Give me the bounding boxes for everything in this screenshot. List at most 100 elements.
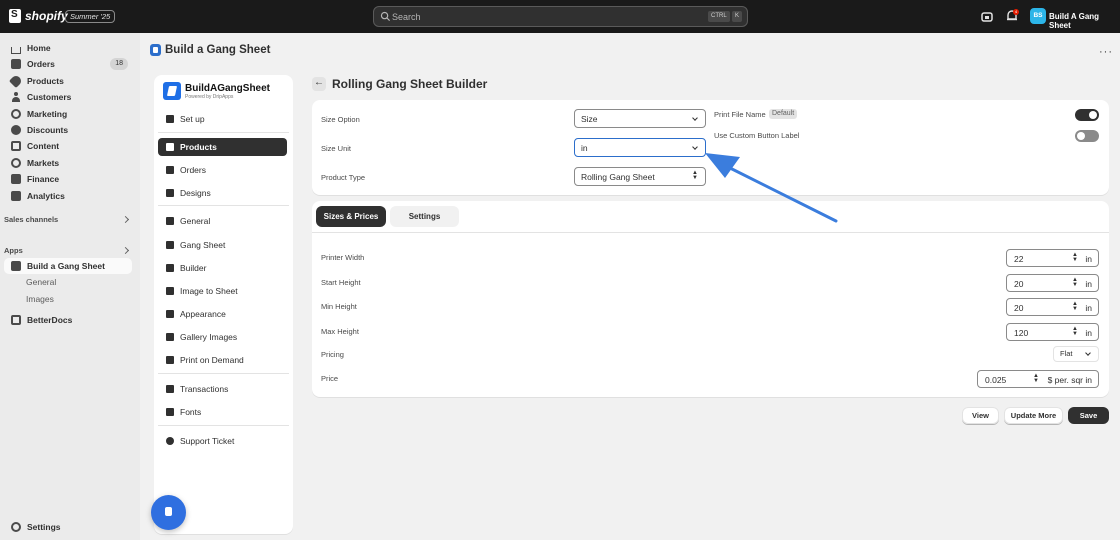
nav-item-markets[interactable]: Markets <box>4 155 132 171</box>
app-nav-label: Image to Sheet <box>180 286 238 296</box>
app-nav-label: Support Ticket <box>180 436 235 446</box>
paint-icon <box>166 310 174 318</box>
min-height-input[interactable]: 20 ▲ ▼ in <box>1006 298 1099 316</box>
chat-fab-button[interactable] <box>151 495 186 530</box>
app-nav-orders[interactable]: Orders <box>158 161 287 179</box>
app-nav-transactions[interactable]: Transactions <box>158 380 287 398</box>
store-name[interactable]: Build A Gang Sheet <box>1049 12 1120 30</box>
nav-label: Discounts <box>27 125 69 135</box>
tab-settings[interactable]: Settings <box>390 206 459 227</box>
buildagangsheet-logo-icon <box>163 82 181 100</box>
chevron-down-icon <box>692 144 698 150</box>
more-actions-icon[interactable]: ··· <box>1099 46 1113 58</box>
nav-label: Customers <box>27 92 72 102</box>
view-button[interactable]: View <box>962 407 999 424</box>
chevron-right-icon[interactable] <box>121 215 130 224</box>
product-type-label: Product Type <box>321 173 366 182</box>
apps-heading[interactable]: Apps <box>4 246 23 255</box>
nav-item-images[interactable]: Images <box>4 291 132 307</box>
kbd-k: K <box>732 11 743 22</box>
stepper-icon[interactable]: ▲ ▼ <box>1072 301 1078 312</box>
tab-sizes-prices[interactable]: Sizes & Prices <box>316 206 386 227</box>
nav-item-betterdocs[interactable]: BetterDocs <box>4 312 132 328</box>
app-nav-appearance[interactable]: Appearance <box>158 305 287 323</box>
nav-item-settings[interactable]: Settings <box>4 519 132 535</box>
nav-item-build-a-gang-sheet[interactable]: Build a Gang Sheet <box>4 258 132 274</box>
stepper-icon[interactable]: ▲ ▼ <box>1072 252 1078 263</box>
app-nav-builder[interactable]: Builder <box>158 259 287 277</box>
stepper-icon[interactable]: ▲ ▼ <box>1072 277 1078 288</box>
printer-width-label: Printer Width <box>321 253 365 262</box>
nav-item-customers[interactable]: Customers <box>4 89 132 105</box>
select-value: in <box>581 143 588 153</box>
markets-icon <box>11 158 21 168</box>
builder-icon <box>166 264 174 272</box>
unit-label: in <box>1085 328 1092 338</box>
print-file-name-toggle[interactable] <box>1075 109 1099 121</box>
input-value: 22 <box>1014 254 1024 264</box>
price-input[interactable]: 0.025 ▲ ▼ $ per. sqr in <box>977 370 1099 388</box>
app-nav-fonts[interactable]: Fonts <box>158 403 287 421</box>
sales-channels-heading[interactable]: Sales channels <box>4 215 58 224</box>
pricing-select[interactable]: Flat <box>1053 346 1099 362</box>
unit-label: in <box>1085 303 1092 313</box>
stepper-icon[interactable]: ▲ ▼ <box>1072 326 1078 337</box>
save-button[interactable]: Save <box>1068 407 1109 424</box>
nav-label: Analytics <box>27 191 65 201</box>
nav-item-orders[interactable]: Orders 18 <box>4 56 132 72</box>
chevron-right-icon[interactable] <box>121 246 130 255</box>
shopify-logo[interactable]: shopify <box>9 9 68 23</box>
unit-label: in <box>1085 279 1092 289</box>
annotation-arrow-icon <box>705 153 838 223</box>
size-unit-select[interactable]: in <box>574 138 706 157</box>
admin-sidebar: Home Orders 18 Products Customers Market… <box>0 33 140 540</box>
marketing-icon <box>11 109 21 119</box>
app-nav-gallery-images[interactable]: Gallery Images <box>158 328 287 346</box>
back-button[interactable] <box>312 77 326 91</box>
edition-badge[interactable]: Summer '25 <box>65 10 116 23</box>
nav-item-general[interactable]: General <box>4 274 132 290</box>
nav-label: Products <box>27 76 64 86</box>
app-nav-set-up[interactable]: Set up <box>158 110 287 128</box>
nav-item-analytics[interactable]: Analytics <box>4 188 132 204</box>
nav-item-products[interactable]: Products <box>4 73 132 89</box>
search-input[interactable]: Search CTRL K <box>373 6 748 27</box>
app-nav-label: Orders <box>180 165 206 175</box>
gallery-icon <box>166 333 174 341</box>
print-file-name-label: Print File Name <box>714 110 766 119</box>
font-icon <box>166 408 174 416</box>
start-height-input[interactable]: 20 ▲ ▼ in <box>1006 274 1099 292</box>
nav-item-content[interactable]: Content <box>4 138 132 154</box>
app-nav-image-to-sheet[interactable]: Image to Sheet <box>158 282 287 300</box>
gang-sheet-icon <box>166 241 174 249</box>
app-nav-print-on-demand[interactable]: Print on Demand <box>158 351 287 369</box>
app-nav-gang-sheet[interactable]: Gang Sheet <box>158 236 287 254</box>
notification-count-badge: 4 <box>1013 9 1019 15</box>
page-header: Build a Gang Sheet <box>150 43 270 57</box>
avatar[interactable]: BS <box>1030 8 1046 24</box>
app-nav-designs[interactable]: Designs <box>158 184 287 202</box>
app-nav-support-ticket[interactable]: Support Ticket <box>158 432 287 450</box>
chevron-down-icon <box>1085 350 1091 356</box>
store-icon[interactable] <box>980 9 994 23</box>
app-nav-general[interactable]: General <box>158 212 287 230</box>
chevron-down-icon <box>692 115 698 121</box>
divider <box>158 205 289 206</box>
nav-item-home[interactable]: Home <box>4 40 132 56</box>
stepper-icon[interactable]: ▲ ▼ <box>1033 373 1039 384</box>
nav-item-finance[interactable]: Finance <box>4 171 132 187</box>
custom-button-label-toggle[interactable] <box>1075 130 1099 142</box>
printer-width-input[interactable]: 22 ▲ ▼ in <box>1006 249 1099 267</box>
update-more-button[interactable]: Update More <box>1004 407 1063 424</box>
unit-label: in <box>1085 254 1092 264</box>
max-height-input[interactable]: 120 ▲ ▼ in <box>1006 323 1099 341</box>
size-option-select[interactable]: Size <box>574 109 706 128</box>
nav-item-marketing[interactable]: Marketing <box>4 106 132 122</box>
product-type-select[interactable]: Rolling Gang Sheet ▲ ▼ <box>574 167 706 186</box>
page-title: Build a Gang Sheet <box>165 44 271 56</box>
nav-label: Orders <box>27 59 55 69</box>
min-height-label: Min Height <box>321 302 357 311</box>
app-nav-products[interactable]: Products <box>158 138 287 156</box>
nav-item-discounts[interactable]: Discounts <box>4 122 132 138</box>
app-nav-label: Gang Sheet <box>180 240 226 250</box>
